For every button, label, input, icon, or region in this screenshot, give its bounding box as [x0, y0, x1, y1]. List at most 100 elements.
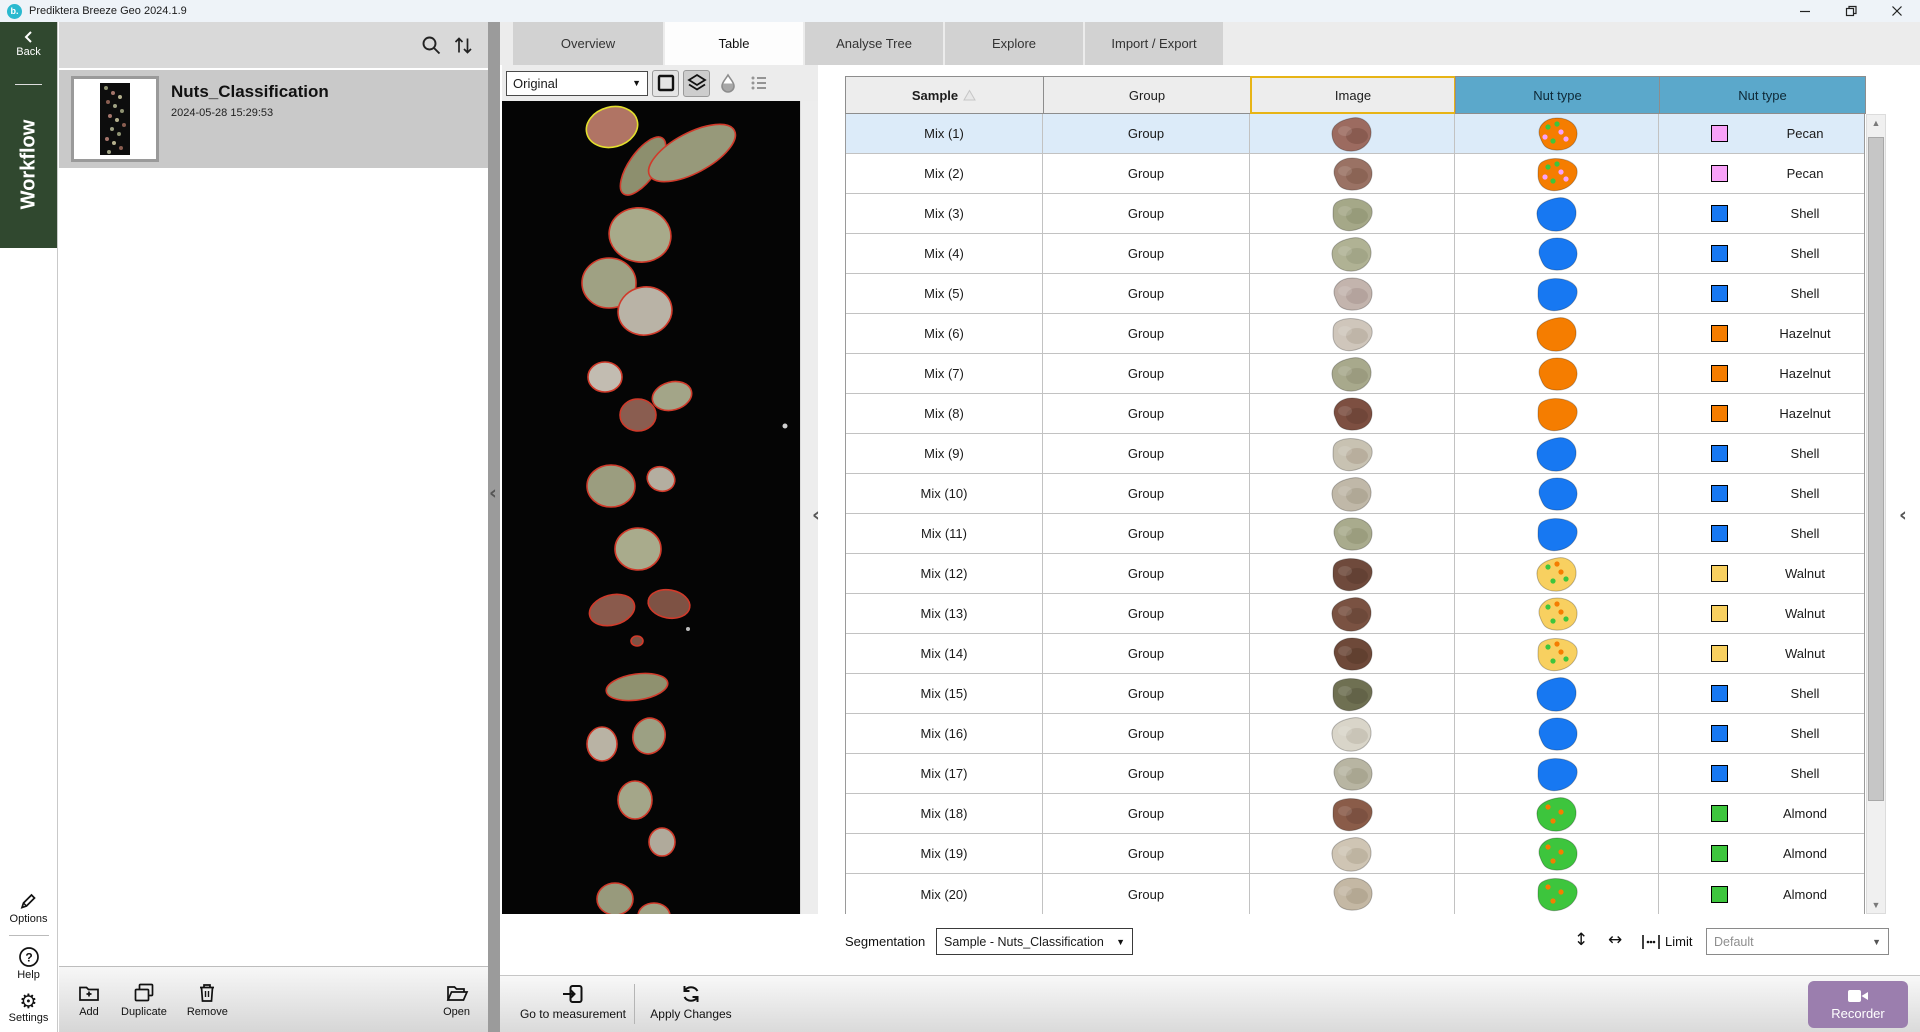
apply-changes-button[interactable]: Apply Changes — [645, 982, 737, 1021]
column-header-image[interactable]: Image — [1250, 76, 1456, 114]
fit-height-icon[interactable]: ↕ — [1574, 930, 1588, 950]
back-button[interactable]: Back — [0, 30, 57, 58]
group-cell[interactable]: Group — [1043, 114, 1250, 154]
image-cell[interactable] — [1250, 154, 1455, 194]
group-cell[interactable]: Group — [1043, 514, 1250, 554]
go-to-measurement-button[interactable]: Go to measurement — [518, 982, 628, 1021]
sample-cell[interactable]: Mix (3) — [846, 194, 1043, 234]
nut-type-image-cell[interactable] — [1455, 314, 1659, 354]
table-row[interactable]: Mix (15) Group Shell — [846, 674, 1864, 714]
sample-cell[interactable]: Mix (17) — [846, 754, 1043, 794]
group-cell[interactable]: Group — [1043, 754, 1250, 794]
tab-analyse-tree[interactable]: Analyse Tree — [805, 22, 943, 65]
table-row[interactable]: Mix (17) Group Shell — [846, 754, 1864, 794]
column-header-nut-type-image[interactable]: Nut type — [1455, 76, 1660, 114]
group-cell[interactable]: Group — [1043, 794, 1250, 834]
nut-type-cell[interactable]: Shell — [1659, 194, 1864, 234]
group-cell[interactable]: Group — [1043, 234, 1250, 274]
contrast-tool-button[interactable] — [714, 70, 741, 97]
table-row[interactable]: Mix (10) Group Shell — [846, 474, 1864, 514]
nut-type-cell[interactable]: Shell — [1659, 754, 1864, 794]
group-cell[interactable]: Group — [1043, 434, 1250, 474]
image-cell[interactable] — [1250, 754, 1455, 794]
image-cell[interactable] — [1250, 434, 1455, 474]
fit-width-icon[interactable]: ↔ — [1608, 930, 1622, 950]
scroll-up-icon[interactable]: ▲ — [1867, 118, 1885, 128]
table-row[interactable]: Mix (18) Group Almond — [846, 794, 1864, 834]
search-icon[interactable] — [420, 34, 442, 56]
table-row[interactable]: Mix (7) Group Hazelnut — [846, 354, 1864, 394]
table-row[interactable]: Mix (1) Group Pecan — [846, 114, 1864, 154]
nut-type-cell[interactable]: Almond — [1659, 874, 1864, 914]
table-row[interactable]: Mix (16) Group Shell — [846, 714, 1864, 754]
limit-select[interactable]: Default ▼ — [1706, 928, 1889, 955]
table-row[interactable]: Mix (11) Group Shell — [846, 514, 1864, 554]
group-cell[interactable]: Group — [1043, 154, 1250, 194]
group-cell[interactable]: Group — [1043, 314, 1250, 354]
nut-type-image-cell[interactable] — [1455, 394, 1659, 434]
add-button[interactable]: Add — [77, 981, 101, 1018]
image-cell[interactable] — [1250, 194, 1455, 234]
table-row[interactable]: Mix (20) Group Almond — [846, 874, 1864, 914]
table-row[interactable]: Mix (6) Group Hazelnut — [846, 314, 1864, 354]
sample-cell[interactable]: Mix (19) — [846, 834, 1043, 874]
nut-type-image-cell[interactable] — [1455, 234, 1659, 274]
column-header-nut-type[interactable]: Nut type — [1659, 76, 1866, 114]
image-cell[interactable] — [1250, 314, 1455, 354]
group-cell[interactable]: Group — [1043, 274, 1250, 314]
fit-columns-icon[interactable] — [1640, 932, 1662, 952]
open-button[interactable]: Open — [443, 981, 470, 1018]
sample-cell[interactable]: Mix (18) — [846, 794, 1043, 834]
scrollbar-thumb[interactable] — [1868, 137, 1884, 801]
group-cell[interactable]: Group — [1043, 474, 1250, 514]
nut-type-image-cell[interactable] — [1455, 594, 1659, 634]
nut-type-image-cell[interactable] — [1455, 354, 1659, 394]
nut-type-cell[interactable]: Pecan — [1659, 114, 1864, 154]
nut-type-image-cell[interactable] — [1455, 434, 1659, 474]
table-row[interactable]: Mix (19) Group Almond — [846, 834, 1864, 874]
nut-type-image-cell[interactable] — [1455, 674, 1659, 714]
nut-type-cell[interactable]: Pecan — [1659, 154, 1864, 194]
options-button[interactable]: Options — [10, 890, 47, 925]
nut-type-image-cell[interactable] — [1455, 274, 1659, 314]
group-cell[interactable]: Group — [1043, 834, 1250, 874]
image-cell[interactable] — [1250, 674, 1455, 714]
image-cell[interactable] — [1250, 554, 1455, 594]
sample-cell[interactable]: Mix (5) — [846, 274, 1043, 314]
nut-type-image-cell[interactable] — [1455, 794, 1659, 834]
image-cell[interactable] — [1250, 794, 1455, 834]
image-cell[interactable] — [1250, 394, 1455, 434]
nut-type-cell[interactable]: Shell — [1659, 674, 1864, 714]
nut-type-cell[interactable]: Almond — [1659, 794, 1864, 834]
group-cell[interactable]: Group — [1043, 714, 1250, 754]
sample-cell[interactable]: Mix (20) — [846, 874, 1043, 914]
nut-type-image-cell[interactable] — [1455, 874, 1659, 914]
nut-type-cell[interactable]: Walnut — [1659, 594, 1864, 634]
settings-button[interactable]: ⚙ Settings — [9, 991, 49, 1024]
image-cell[interactable] — [1250, 274, 1455, 314]
group-cell[interactable]: Group — [1043, 674, 1250, 714]
image-cell[interactable] — [1250, 514, 1455, 554]
sample-cell[interactable]: Mix (1) — [846, 114, 1043, 154]
sample-cell[interactable]: Mix (15) — [846, 674, 1043, 714]
group-cell[interactable]: Group — [1043, 394, 1250, 434]
group-cell[interactable]: Group — [1043, 594, 1250, 634]
nut-type-cell[interactable]: Shell — [1659, 434, 1864, 474]
help-button[interactable]: ? Help — [17, 946, 40, 981]
nut-type-cell[interactable]: Shell — [1659, 274, 1864, 314]
collapse-left-panel-icon[interactable]: ‹ — [489, 482, 497, 504]
project-list-item[interactable]: Nuts_Classification 2024-05-28 15:29:53 — [59, 70, 488, 168]
sample-cell[interactable]: Mix (7) — [846, 354, 1043, 394]
tab-table[interactable]: Table — [665, 22, 803, 65]
sample-cell[interactable]: Mix (2) — [846, 154, 1043, 194]
nut-type-image-cell[interactable] — [1455, 714, 1659, 754]
layers-tool-button[interactable] — [683, 69, 710, 97]
nut-type-image-cell[interactable] — [1455, 474, 1659, 514]
remove-button[interactable]: Remove — [187, 981, 228, 1018]
image-cell[interactable] — [1250, 234, 1455, 274]
nut-type-cell[interactable]: Shell — [1659, 514, 1864, 554]
image-cell[interactable] — [1250, 474, 1455, 514]
image-cell[interactable] — [1250, 634, 1455, 674]
sample-cell[interactable]: Mix (11) — [846, 514, 1043, 554]
sample-cell[interactable]: Mix (12) — [846, 554, 1043, 594]
